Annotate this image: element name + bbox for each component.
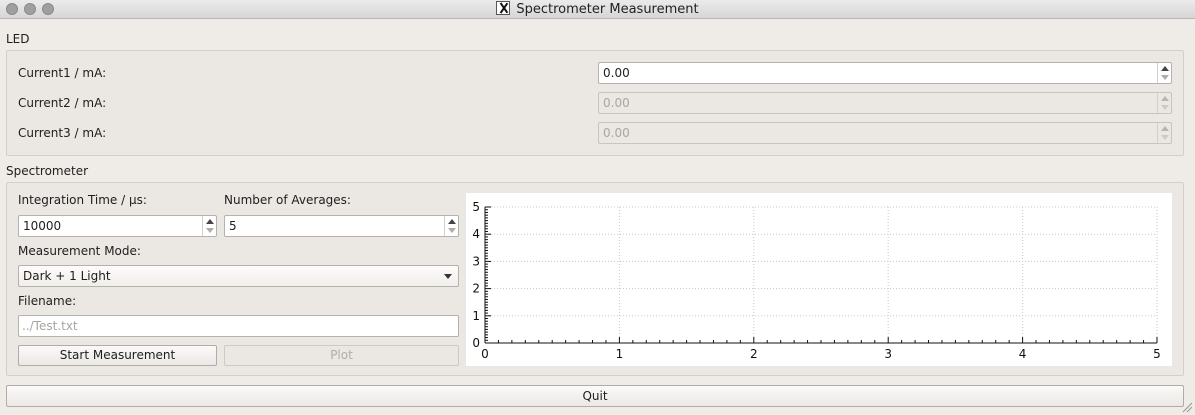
y-tick-label: 1: [472, 309, 480, 323]
averages-value: 5: [229, 219, 237, 233]
arrow-down-icon[interactable]: [206, 228, 214, 233]
resize-grip-icon[interactable]: [1181, 401, 1193, 413]
x-tick-label: 1: [616, 347, 624, 361]
current1-spinbox[interactable]: 0.00: [598, 62, 1172, 84]
arrow-down-icon[interactable]: [448, 228, 456, 233]
x-tick-label: 2: [750, 347, 758, 361]
current3-value: 0.00: [603, 126, 630, 140]
y-tick-labels: 0 1 2 3 4 5: [472, 200, 480, 350]
y-tick-label: 0: [472, 336, 480, 350]
plot-grid: [485, 206, 1158, 343]
filename-label: Filename:: [18, 294, 77, 308]
current2-label: Current2 / mA:: [18, 96, 107, 110]
y-tick-label: 2: [472, 282, 480, 296]
integration-time-value: 10000: [23, 219, 62, 233]
spectrometer-group-label: Spectrometer: [6, 164, 89, 178]
plot-axes: [484, 207, 1157, 344]
arrow-up-icon[interactable]: [448, 219, 456, 224]
current2-spinbox[interactable]: 0.00: [598, 92, 1172, 114]
window-title-wrap: Spectrometer Measurement: [0, 1, 1195, 18]
integration-time-spinbox[interactable]: 10000: [18, 215, 217, 237]
y-tick-label: 3: [472, 254, 480, 268]
measurement-mode-select[interactable]: Dark + 1 Light: [18, 265, 459, 287]
current2-stepper[interactable]: [1157, 93, 1171, 113]
integration-time-stepper[interactable]: [202, 216, 216, 236]
integration-time-label: Integration Time / µs:: [18, 193, 147, 207]
measurement-mode-label: Measurement Mode:: [18, 244, 141, 258]
plot-button[interactable]: Plot: [224, 345, 459, 366]
current3-stepper[interactable]: [1157, 123, 1171, 143]
start-measurement-button[interactable]: Start Measurement: [18, 345, 217, 366]
filename-input[interactable]: [19, 316, 458, 336]
x-tick-label: 3: [884, 347, 892, 361]
y-tick-label: 5: [472, 200, 480, 214]
current3-spinbox[interactable]: 0.00: [598, 122, 1172, 144]
measurement-mode-value: Dark + 1 Light: [23, 269, 111, 283]
quit-button[interactable]: Quit: [6, 385, 1184, 407]
window-title: Spectrometer Measurement: [516, 2, 699, 17]
current1-stepper[interactable]: [1157, 63, 1171, 83]
current1-label: Current1 / mA:: [18, 66, 107, 80]
plot-svg: 0 1 2 3 4 5 0 1 2 3 4 5: [472, 200, 1161, 361]
x-tick-labels: 0 1 2 3 4 5: [481, 347, 1161, 361]
arrow-up-icon[interactable]: [1161, 66, 1169, 71]
current2-value: 0.00: [603, 96, 630, 110]
arrow-down-icon[interactable]: [1161, 135, 1169, 140]
x11-logo-icon: [496, 1, 511, 15]
led-group-label: LED: [6, 32, 30, 46]
y-tick-label: 4: [472, 227, 480, 241]
arrow-down-icon[interactable]: [1161, 75, 1169, 80]
x-tick-label: 4: [1019, 347, 1027, 361]
averages-label: Number of Averages:: [224, 193, 351, 207]
x-tick-label: 5: [1153, 347, 1161, 361]
plot-ticks: [484, 206, 1158, 344]
filename-field[interactable]: [18, 315, 459, 337]
current3-label: Current3 / mA:: [18, 126, 107, 140]
spectrum-plot[interactable]: 0 1 2 3 4 5 0 1 2 3 4 5: [466, 193, 1172, 366]
current1-value: 0.00: [603, 66, 630, 80]
chevron-down-icon: [444, 274, 452, 279]
arrow-up-icon[interactable]: [206, 219, 214, 224]
averages-spinbox[interactable]: 5: [224, 215, 459, 237]
arrow-down-icon[interactable]: [1161, 105, 1169, 110]
arrow-up-icon[interactable]: [1161, 126, 1169, 131]
arrow-up-icon[interactable]: [1161, 96, 1169, 101]
averages-stepper[interactable]: [444, 216, 458, 236]
window-titlebar[interactable]: Spectrometer Measurement: [0, 0, 1195, 19]
x-tick-label: 0: [481, 347, 489, 361]
